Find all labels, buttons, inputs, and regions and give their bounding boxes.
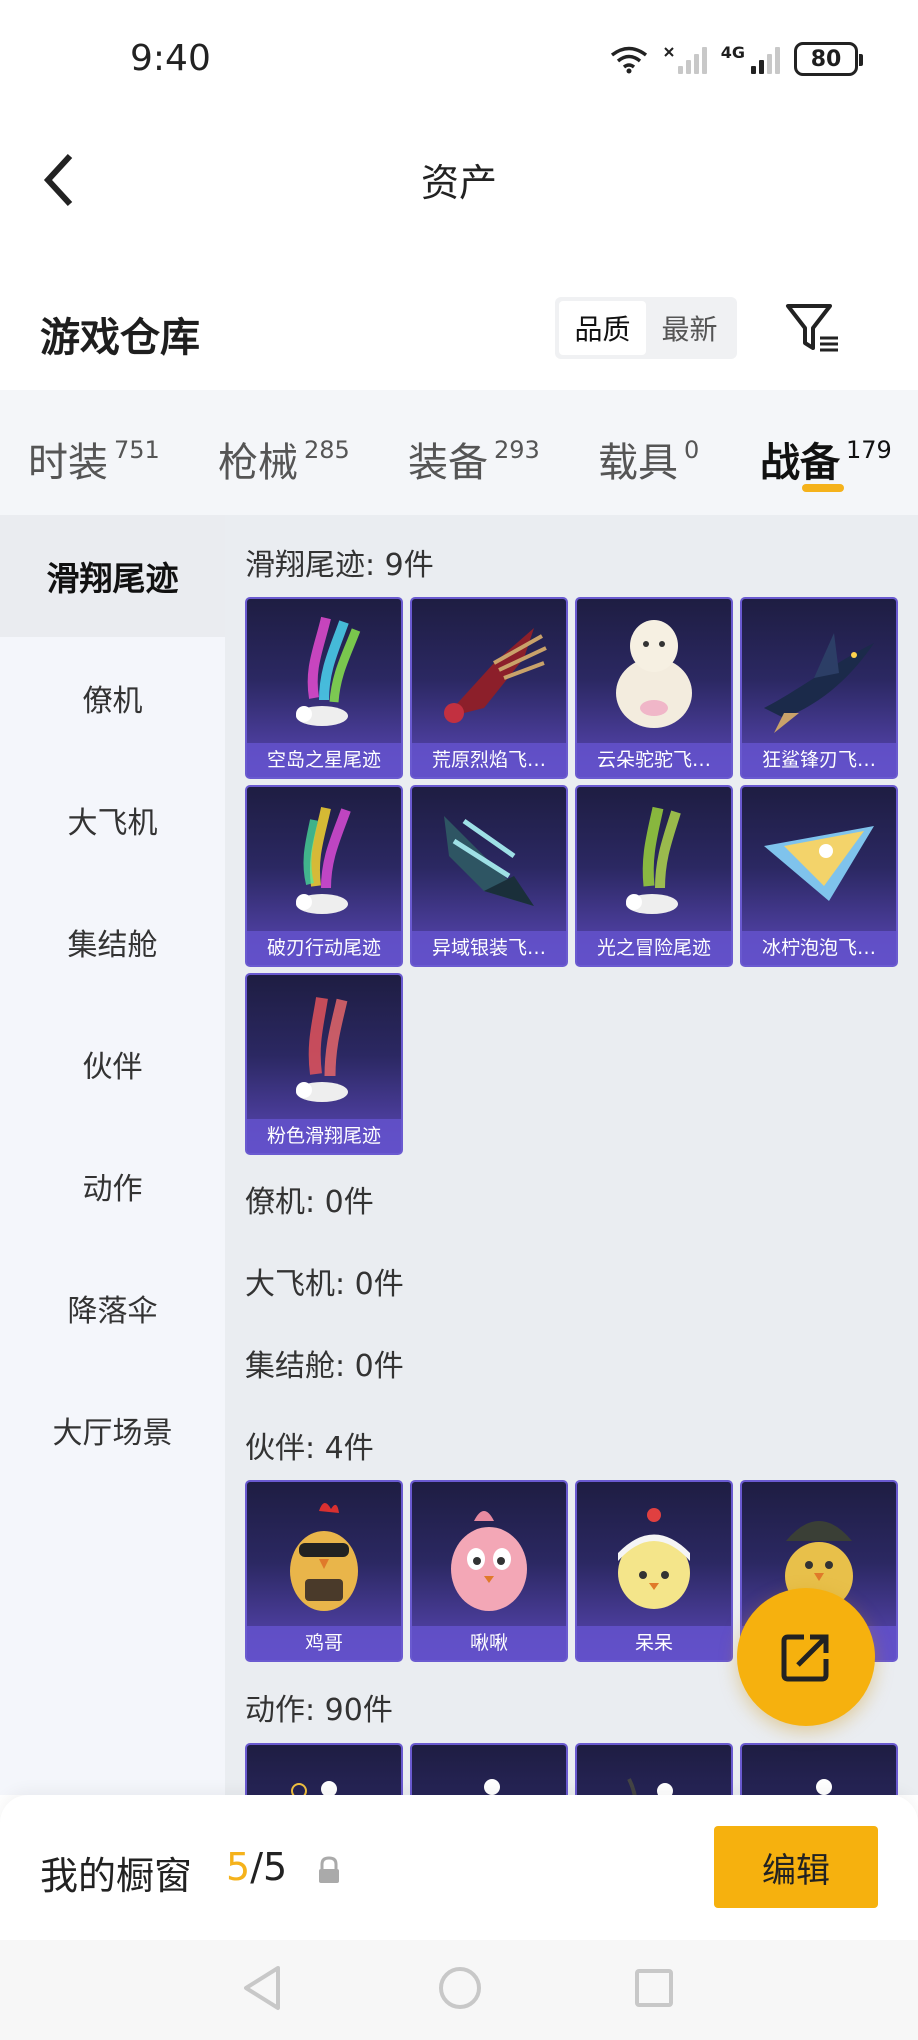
network-type: 4G	[720, 42, 745, 62]
triangle-back-icon	[244, 1966, 280, 2010]
system-nav-bar	[0, 1940, 918, 2040]
item-card[interactable]: 空岛之星尾迹	[245, 597, 403, 779]
section-title-wingman: 僚机: 0件	[245, 1185, 374, 1220]
item-card[interactable]: 异域银装飞…	[410, 785, 568, 967]
item-name: 破刃行动尾迹	[247, 931, 401, 965]
tab-equipment[interactable]: 装备 293	[408, 430, 540, 488]
nav-back-button[interactable]	[232, 1958, 292, 2018]
item-card[interactable]: 粉色滑翔尾迹	[245, 973, 403, 1155]
section-title-partner: 伙伴: 4件	[245, 1431, 374, 1466]
sidebar-item-wingman[interactable]: 僚机	[0, 637, 225, 759]
emote-icon	[577, 1745, 731, 1795]
shark-glider-icon	[742, 599, 896, 747]
sidebar-item-big-plane[interactable]: 大飞机	[0, 759, 225, 881]
section-title-pod: 集结舱: 0件	[245, 1349, 404, 1384]
sort-toggle: 品质 最新	[555, 297, 737, 359]
status-time: 9:40	[130, 38, 211, 79]
emote-icon	[742, 1745, 896, 1795]
sort-by-quality[interactable]: 品质	[559, 301, 646, 355]
chick-partner-icon	[577, 1482, 731, 1630]
sidebar-item-partner[interactable]: 伙伴	[0, 1003, 225, 1125]
tab-fashion[interactable]: 时装 751	[28, 430, 160, 488]
showcase-label: 我的橱窗	[40, 1854, 193, 1898]
tab-battle-prep[interactable]: 战备 179	[760, 430, 892, 488]
tab-vehicles[interactable]: 载具 0	[598, 430, 699, 488]
battery-indicator: 80	[794, 42, 863, 76]
item-card[interactable]: 破刃行动尾迹	[245, 785, 403, 967]
signal-2-icon	[751, 44, 780, 74]
item-name: 异域银装飞…	[412, 931, 566, 965]
sidebar-item-action[interactable]: 动作	[0, 1125, 225, 1247]
item-card[interactable]: 呆呆	[575, 1480, 733, 1662]
warehouse-title: 游戏仓库	[40, 315, 200, 361]
trail-icon	[247, 787, 401, 935]
section-title-plane: 大飞机: 0件	[245, 1267, 404, 1302]
item-name: 粉色滑翔尾迹	[247, 1119, 401, 1153]
square-recents-icon	[635, 1969, 673, 2007]
wifi-icon	[610, 46, 647, 74]
lock-icon	[316, 1855, 342, 1885]
item-card[interactable]	[575, 1743, 733, 1795]
emote-icon	[247, 1745, 401, 1795]
item-card[interactable]: 光之冒险尾迹	[575, 785, 733, 967]
item-card[interactable]: 荒原烈焰飞…	[410, 597, 568, 779]
item-card[interactable]	[410, 1743, 568, 1795]
section-title-glide: 滑翔尾迹: 9件	[245, 548, 434, 583]
share-icon	[781, 1634, 829, 1682]
item-name: 云朵驼驼飞…	[577, 743, 731, 777]
item-card[interactable]: 云朵驼驼飞…	[575, 597, 733, 779]
item-card[interactable]	[245, 1743, 403, 1795]
item-name: 啾啾	[412, 1626, 566, 1660]
sidebar-item-parachute[interactable]: 降落伞	[0, 1247, 225, 1369]
signal-1-icon	[663, 44, 707, 74]
tab-weapons[interactable]: 枪械 285	[218, 430, 350, 488]
status-icons: 4G 80	[609, 42, 863, 76]
item-card[interactable]	[740, 1743, 898, 1795]
item-card[interactable]: 狂鲨锋刃飞…	[740, 597, 898, 779]
chicken-partner-icon	[247, 1482, 401, 1630]
sidebar-item-glide-trail[interactable]: 滑翔尾迹	[0, 515, 225, 637]
trail-icon	[247, 599, 401, 747]
item-card[interactable]: 冰柠泡泡飞…	[740, 785, 898, 967]
item-name: 呆呆	[577, 1626, 731, 1660]
item-name: 冰柠泡泡飞…	[742, 931, 896, 965]
nav-recents-button[interactable]	[624, 1958, 684, 2018]
glider-icon	[412, 599, 566, 747]
item-name: 空岛之星尾迹	[247, 743, 401, 777]
sidebar-item-rally-pod[interactable]: 集结舱	[0, 881, 225, 1003]
glider-icon	[412, 787, 566, 935]
page-title: 资产	[420, 161, 497, 205]
sidebar-item-lobby-scene[interactable]: 大厅场景	[0, 1369, 225, 1491]
item-card[interactable]: 鸡哥	[245, 1480, 403, 1662]
item-name: 光之冒险尾迹	[577, 931, 731, 965]
alpaca-glider-icon	[577, 599, 731, 747]
sidebar: 滑翔尾迹 僚机 大飞机 集结舱 伙伴 动作 降落伞 大厅场景	[0, 515, 225, 1795]
item-name: 狂鲨锋刃飞…	[742, 743, 896, 777]
item-name: 鸡哥	[247, 1626, 401, 1660]
glider-icon	[742, 787, 896, 935]
trail-icon	[577, 787, 731, 935]
emote-icon	[412, 1745, 566, 1795]
circle-home-icon	[439, 1967, 481, 2009]
filter-button[interactable]	[782, 298, 842, 358]
pink-bird-partner-icon	[412, 1482, 566, 1630]
share-button[interactable]	[737, 1588, 875, 1726]
item-name: 荒原烈焰飞…	[412, 743, 566, 777]
sort-by-newest[interactable]: 最新	[646, 301, 733, 355]
filter-icon	[786, 304, 838, 352]
category-tabs: 时装 751 枪械 285 装备 293 载具 0 战备 179	[0, 390, 918, 515]
edit-button[interactable]: 编辑	[714, 1826, 878, 1908]
trail-icon	[247, 975, 401, 1123]
nav-home-button[interactable]	[430, 1958, 490, 2018]
item-card[interactable]: 啾啾	[410, 1480, 568, 1662]
active-tab-indicator	[802, 484, 844, 492]
showcase-count: 5/5	[226, 1845, 288, 1889]
section-title-action: 动作: 90件	[245, 1693, 393, 1728]
